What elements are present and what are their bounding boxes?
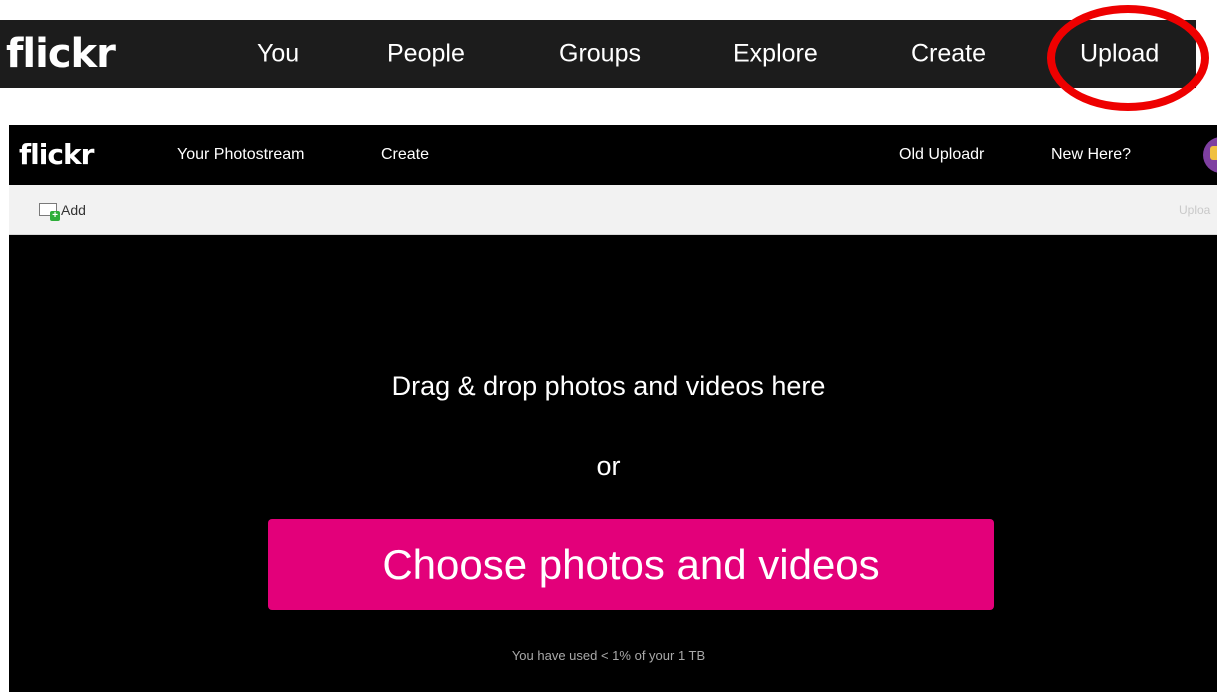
upload-toolbar: Add Uploa xyxy=(9,185,1217,235)
or-text: or xyxy=(596,451,621,481)
drop-zone[interactable]: Drag & drop photos and videos here or Ch… xyxy=(9,235,1217,692)
flickr-logo-small[interactable]: flickr xyxy=(19,141,94,169)
nav-create-small[interactable]: Create xyxy=(381,147,429,163)
upload-button-cropped[interactable]: Uploa xyxy=(1179,203,1210,217)
flickr-logo[interactable]: flickr xyxy=(6,34,116,74)
nav-explore[interactable]: Explore xyxy=(733,41,818,67)
add-label: Add xyxy=(61,201,86,218)
drag-drop-text: Drag & drop photos and videos here xyxy=(391,371,826,401)
add-button[interactable]: Add xyxy=(39,201,86,221)
nav-you[interactable]: You xyxy=(257,41,299,67)
nav-create[interactable]: Create xyxy=(911,41,986,67)
nav-people[interactable]: People xyxy=(387,41,465,67)
upload-screen: flickr Your Photostream Create Old Uploa… xyxy=(9,125,1217,692)
inner-nav-bar: flickr Your Photostream Create Old Uploa… xyxy=(9,125,1217,185)
nav-groups[interactable]: Groups xyxy=(559,41,641,67)
nav-old-uploadr[interactable]: Old Uploadr xyxy=(899,147,984,163)
top-nav-bar: flickr You People Groups Explore Create … xyxy=(0,20,1196,88)
choose-photos-button[interactable]: Choose photos and videos xyxy=(268,519,994,610)
nav-new-here[interactable]: New Here? xyxy=(1051,147,1131,163)
nav-your-photostream[interactable]: Your Photostream xyxy=(177,147,304,163)
avatar[interactable] xyxy=(1203,137,1217,173)
nav-upload[interactable]: Upload xyxy=(1080,41,1159,67)
storage-usage-text: You have used < 1% of your 1 TB xyxy=(511,648,706,663)
add-photo-icon xyxy=(39,203,60,221)
